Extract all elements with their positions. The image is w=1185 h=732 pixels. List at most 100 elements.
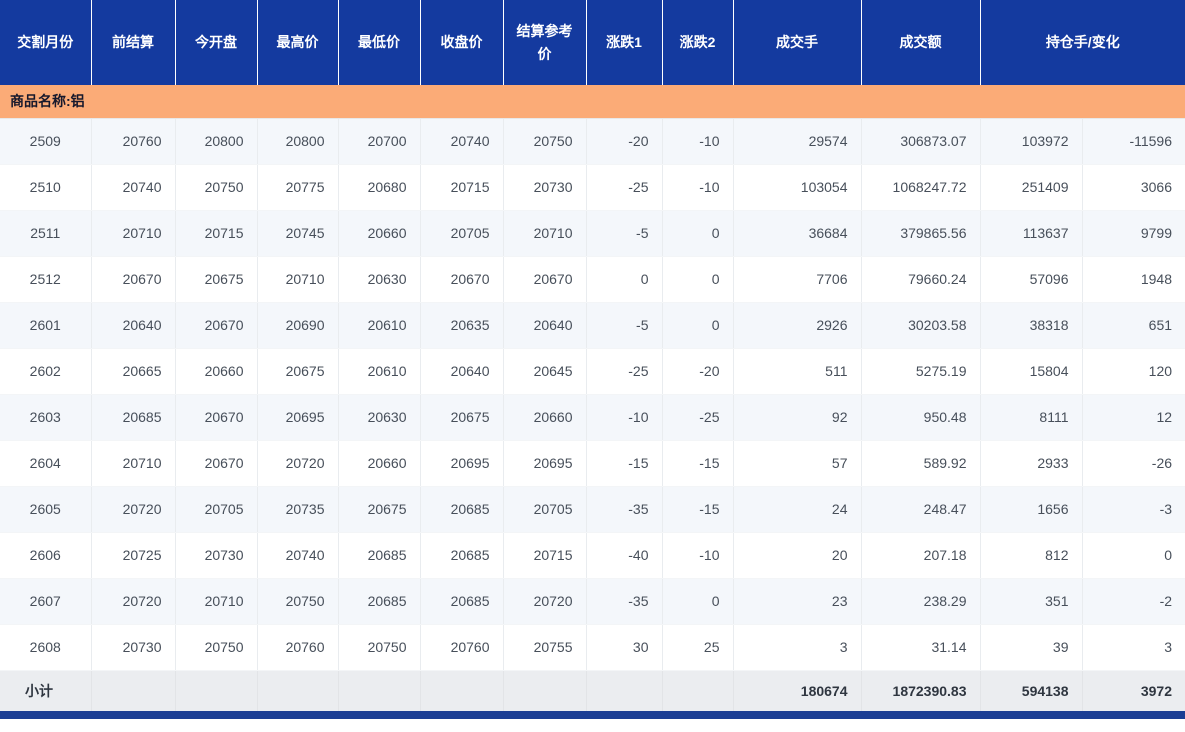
cell-turnover: 5275.19 [861,348,981,395]
cell-delivery-month: 2602 [0,348,92,395]
cell-close: 20715 [420,164,504,211]
cell-change2: -10 [662,118,734,165]
cell-open-interest: 103972 [980,118,1083,165]
cell-high: 20710 [257,256,339,303]
cell-change1: -35 [586,486,663,533]
cell-change1: 0 [586,256,663,303]
cell-low: 20630 [338,256,421,303]
col-header-close: 收盘价 [420,0,504,85]
cell-settlement-ref: 20715 [503,532,587,579]
table-row: 2512 20670 20675 20710 20630 20670 20670 0 0 7706… [0,256,1185,303]
cell-turnover: 207.18 [861,532,981,579]
cell-prev-settlement: 20720 [91,578,176,625]
cell-prev-settlement: 20730 [91,624,176,671]
cell-delivery-month: 2601 [0,302,92,349]
cell-delivery-month: 2605 [0,486,92,533]
cell-open-interest: 113637 [980,210,1083,257]
cell-volume: 92 [733,394,862,441]
cell-settlement-ref: 20670 [503,256,587,303]
cell-settlement-ref: 20705 [503,486,587,533]
cell-change2: 0 [662,210,734,257]
cell-volume: 24 [733,486,862,533]
subtotal-open-interest: 594138 [980,670,1083,711]
cell-volume: 511 [733,348,862,395]
cell-low: 20660 [338,440,421,487]
col-header-high: 最高价 [257,0,339,85]
cell-open: 20670 [175,440,258,487]
cell-close: 20740 [420,118,504,165]
cell-empty [338,670,421,711]
cell-prev-settlement: 20665 [91,348,176,395]
cell-delivery-month: 2608 [0,624,92,671]
cell-oi-change: 3066 [1082,164,1185,211]
table-row: 2510 20740 20750 20775 20680 20715 20730 -25 -10… [0,164,1185,211]
cell-settlement-ref: 20750 [503,118,587,165]
cell-oi-change: 9799 [1082,210,1185,257]
cell-volume: 2926 [733,302,862,349]
commodity-group-label: 商品名称:铝 [0,85,1185,119]
cell-open: 20750 [175,624,258,671]
table-row: 2509 20760 20800 20800 20700 20740 20750 -20 -10… [0,118,1185,165]
cell-change2: -15 [662,440,734,487]
cell-low: 20630 [338,394,421,441]
cell-delivery-month: 2510 [0,164,92,211]
cell-low: 20700 [338,118,421,165]
col-header-prev-settlement: 前结算 [91,0,176,85]
cell-open-interest: 15804 [980,348,1083,395]
col-header-delivery-month: 交割月份 [0,0,92,85]
cell-high: 20675 [257,348,339,395]
table-row: 2608 20730 20750 20760 20750 20760 20755 30 25 3 3… [0,624,1185,671]
cell-empty [175,670,258,711]
cell-open: 20750 [175,164,258,211]
cell-turnover: 79660.24 [861,256,981,303]
cell-low: 20610 [338,348,421,395]
cell-volume: 3 [733,624,862,671]
cell-close: 20695 [420,440,504,487]
cell-turnover: 238.29 [861,578,981,625]
cell-high: 20735 [257,486,339,533]
subtotal-turnover: 1872390.83 [861,670,981,711]
cell-oi-change: -2 [1082,578,1185,625]
cell-oi-change: 3 [1082,624,1185,671]
bottom-bar [0,711,1185,719]
cell-open-interest: 251409 [980,164,1083,211]
col-header-volume: 成交手 [733,0,862,85]
table-row: 2603 20685 20670 20695 20630 20675 20660 -10 -25… [0,394,1185,441]
table-row: 2604 20710 20670 20720 20660 20695 20695 -15 -15… [0,440,1185,487]
cell-prev-settlement: 20720 [91,486,176,533]
cell-change2: 25 [662,624,734,671]
cell-change2: 0 [662,302,734,349]
cell-volume: 23 [733,578,862,625]
cell-turnover: 1068247.72 [861,164,981,211]
cell-close: 20675 [420,394,504,441]
cell-open-interest: 57096 [980,256,1083,303]
cell-open-interest: 38318 [980,302,1083,349]
cell-high: 20740 [257,532,339,579]
cell-high: 20690 [257,302,339,349]
table-row: 2607 20720 20710 20750 20685 20685 20720 -35 0 23… [0,578,1185,625]
col-header-turnover: 成交额 [861,0,981,85]
cell-change2: -10 [662,532,734,579]
cell-high: 20745 [257,210,339,257]
table-header: 交割月份 前结算 今开盘 最高价 最低价 收盘价 结算参考价 涨跌1 涨跌2 成… [0,0,1185,85]
header-row: 交割月份 前结算 今开盘 最高价 最低价 收盘价 结算参考价 涨跌1 涨跌2 成… [0,0,1185,85]
cell-settlement-ref: 20645 [503,348,587,395]
cell-delivery-month: 2607 [0,578,92,625]
futures-quotes-page: 交割月份 前结算 今开盘 最高价 最低价 收盘价 结算参考价 涨跌1 涨跌2 成… [0,0,1185,732]
cell-prev-settlement: 20685 [91,394,176,441]
cell-high: 20720 [257,440,339,487]
cell-volume: 36684 [733,210,862,257]
cell-turnover: 306873.07 [861,118,981,165]
cell-open: 20660 [175,348,258,395]
cell-prev-settlement: 20710 [91,440,176,487]
cell-change1: -5 [586,210,663,257]
cell-close: 20685 [420,532,504,579]
cell-settlement-ref: 20720 [503,578,587,625]
cell-prev-settlement: 20710 [91,210,176,257]
table-row: 2602 20665 20660 20675 20610 20640 20645 -25 -20… [0,348,1185,395]
cell-low: 20685 [338,578,421,625]
cell-open: 20670 [175,302,258,349]
cell-open: 20800 [175,118,258,165]
cell-open-interest: 8111 [980,394,1083,441]
cell-low: 20750 [338,624,421,671]
